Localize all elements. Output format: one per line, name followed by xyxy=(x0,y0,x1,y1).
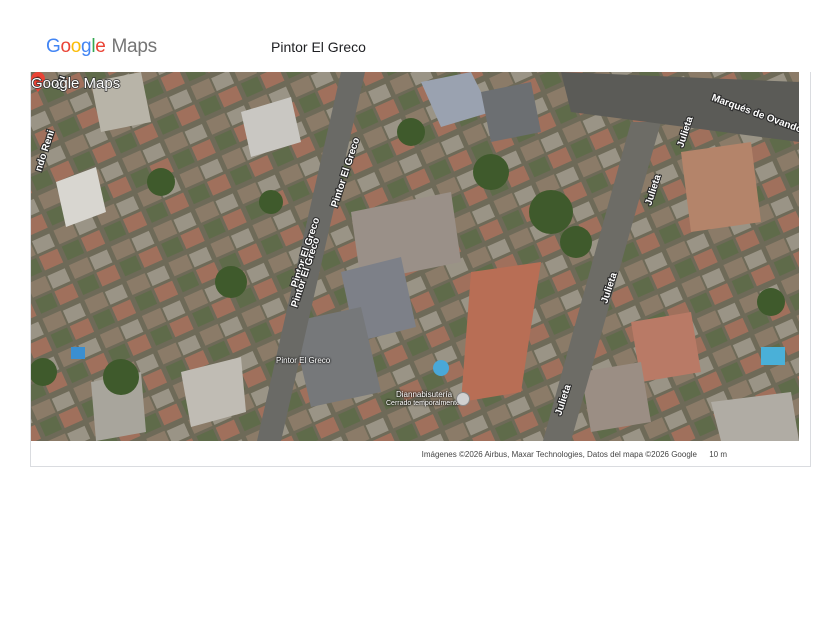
scale-indicator[interactable]: 10 m xyxy=(709,450,727,459)
logo-letter: o xyxy=(70,36,82,57)
logo-letter: G xyxy=(46,36,61,57)
google-maps-watermark: Google Maps xyxy=(31,74,121,93)
logo-letter: g xyxy=(81,36,92,57)
poi-name[interactable]: Diannabisutería xyxy=(396,390,452,399)
logo-letter: o xyxy=(60,36,71,57)
google-maps-logo[interactable]: Google Maps xyxy=(46,36,157,58)
shopping-bag-icon[interactable] xyxy=(456,392,470,406)
pool xyxy=(433,360,449,376)
pool xyxy=(761,347,785,365)
attribution-bar: Imágenes ©2026 Airbus, Maxar Technologie… xyxy=(31,446,810,464)
svg-text:Google Maps: Google Maps xyxy=(31,75,120,92)
satellite-map[interactable]: Pintor El Greco Pintor El Greco Pintor E… xyxy=(31,72,799,441)
satellite-imagery: Pintor El Greco Pintor El Greco Pintor E… xyxy=(31,72,799,441)
map-frame: Pintor El Greco Pintor El Greco Pintor E… xyxy=(30,72,811,467)
map-attribution: Imágenes ©2026 Airbus, Maxar Technologie… xyxy=(421,450,697,459)
marker-label[interactable]: Pintor El Greco xyxy=(276,356,330,365)
logo-letter: e xyxy=(95,36,106,57)
map-header: Google Maps Pintor El Greco xyxy=(0,0,840,72)
pool xyxy=(71,347,85,359)
place-title: Pintor El Greco xyxy=(271,39,366,55)
logo-suffix: Maps xyxy=(111,36,158,57)
poi-status: Cerrado temporalmente xyxy=(386,400,460,407)
